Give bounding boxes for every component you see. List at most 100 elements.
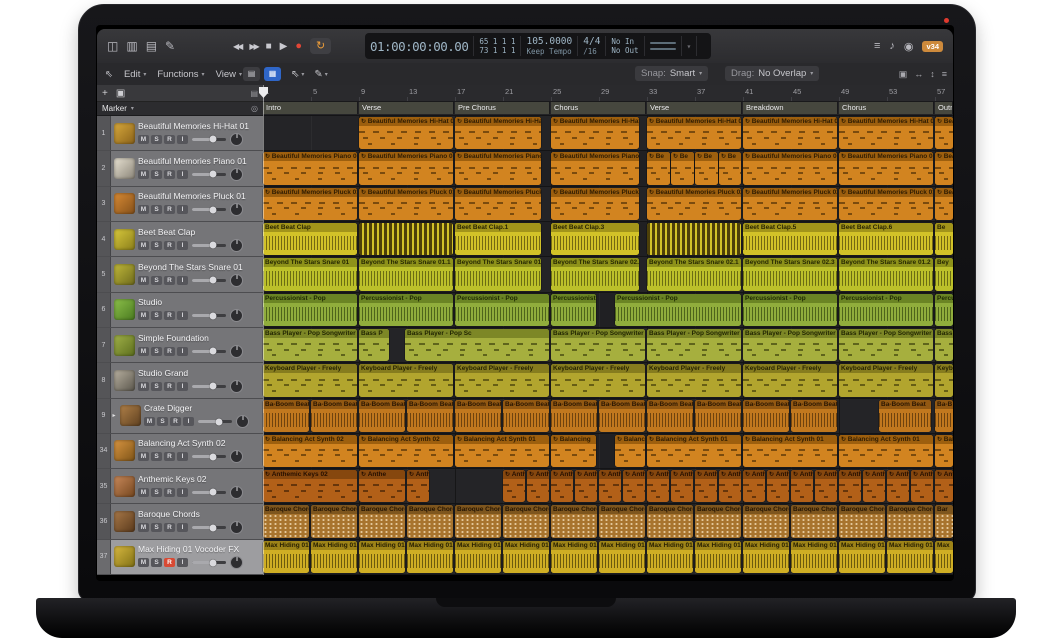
solo-button[interactable]: S xyxy=(151,135,162,144)
region[interactable]: Beyond The Stars Snare 01.1 xyxy=(455,258,541,290)
region[interactable]: ↻ Anthe xyxy=(527,470,549,502)
volume-slider[interactable] xyxy=(198,420,232,423)
solo-button[interactable]: S xyxy=(151,276,162,285)
record-enable-button[interactable]: R xyxy=(164,488,175,497)
input-monitor-button[interactable]: I xyxy=(177,135,188,144)
region[interactable]: Keyboard Player - Freely xyxy=(455,364,549,396)
global-marker-row[interactable]: Marker ▾ ◎ xyxy=(97,102,263,116)
region[interactable]: ↻ Balancing Act Synth 01 xyxy=(839,435,933,467)
region[interactable]: Bass P xyxy=(359,329,389,361)
waveform-zoom-icon[interactable]: ▣ xyxy=(899,69,908,80)
workspace-icon[interactable]: ◫ xyxy=(107,39,118,53)
track-lane[interactable]: ↻ Balancing Act Synth 02↻ Balancing Act … xyxy=(263,434,953,469)
record-enable-button[interactable]: R xyxy=(164,347,175,356)
region[interactable]: Bass Player - Pop Songwriter xyxy=(551,329,645,361)
edit-menu[interactable]: Edit▾ xyxy=(124,69,146,80)
region[interactable]: ↻ Beautiful Memories Pluck 02 xyxy=(455,188,541,220)
pan-knob[interactable] xyxy=(230,309,243,322)
region[interactable]: Max Hiding 01 V xyxy=(455,541,501,573)
track-header[interactable]: 8Studio GrandMSRI xyxy=(97,363,263,398)
volume-slider[interactable] xyxy=(192,244,226,247)
region[interactable]: Ba-Boom Beat xyxy=(503,400,549,432)
solo-button[interactable]: S xyxy=(151,170,162,179)
region[interactable]: Baroque Chords xyxy=(743,505,789,537)
region[interactable]: ↻ Balancing Act Synth 01 xyxy=(647,435,741,467)
solo-button[interactable]: S xyxy=(151,241,162,250)
volume-slider[interactable] xyxy=(192,138,226,141)
track-icon[interactable] xyxy=(114,511,135,532)
track-lane[interactable]: Baroque ChordsBaroque ChordsBaroque Chor… xyxy=(263,504,953,539)
region[interactable]: ↻ Balan xyxy=(935,435,953,467)
track-header[interactable]: 1Beautiful Memories Hi-Hat 01MSRI xyxy=(97,116,263,151)
region[interactable]: ↻ Beautiful Memories Piano 01 xyxy=(263,152,357,184)
track-icon[interactable] xyxy=(114,158,135,179)
mute-button[interactable]: M xyxy=(138,311,149,320)
region[interactable]: ↻ Balancing Act Synth 02 xyxy=(359,435,453,467)
track-lane[interactable]: ↻ Beautiful Memories Piano 01 ↻ Beautiful… xyxy=(263,151,953,186)
track-icon[interactable] xyxy=(114,370,135,391)
horizontal-zoom-icon[interactable]: ↔ xyxy=(914,69,923,79)
arrangement-marker[interactable]: Verse xyxy=(647,102,742,114)
region[interactable]: Beyond The Stars Snare 02.1 xyxy=(551,258,639,290)
record-enable-button[interactable]: R xyxy=(170,417,181,426)
track-icon[interactable] xyxy=(114,440,135,461)
region[interactable]: Bass Pl xyxy=(935,329,953,361)
region[interactable]: Bar xyxy=(935,505,953,537)
track-icon[interactable] xyxy=(114,229,135,250)
region[interactable]: ↻ Beautiful Memories Hi-Hat 03.2 xyxy=(839,117,933,149)
pan-knob[interactable] xyxy=(230,168,243,181)
record-enable-button[interactable]: R xyxy=(164,241,175,250)
track-lane[interactable]: Beet Beat ClapBeet Beat Clap.1Beet Beat … xyxy=(263,222,953,257)
region[interactable]: ↻ Beautiful Memories Piano 01.2 xyxy=(743,152,837,184)
mute-button[interactable]: M xyxy=(138,170,149,179)
region[interactable]: ↻ Anthe xyxy=(839,470,861,502)
record-enable-button[interactable]: R xyxy=(164,170,175,179)
region[interactable]: ↻ Balancing Act Synth 02 xyxy=(263,435,357,467)
region[interactable]: ↻ Anthemic Keys 02 xyxy=(263,470,357,502)
region[interactable]: ↻ Anthe xyxy=(911,470,933,502)
region[interactable]: Max Hiding 01 V xyxy=(551,541,597,573)
region[interactable]: ↻ Anthe xyxy=(671,470,693,502)
region[interactable]: Baroque Chords xyxy=(647,505,693,537)
track-header[interactable]: 4Beet Beat ClapMSRI xyxy=(97,222,263,257)
input-monitor-button[interactable]: I xyxy=(183,417,194,426)
region[interactable]: Max Hiding 01 V xyxy=(647,541,693,573)
region[interactable]: ↻ Be xyxy=(647,152,670,184)
region[interactable]: ↻ Beautiful Memories Pluck 01 xyxy=(263,188,357,220)
record-enable-button[interactable]: R xyxy=(164,523,175,532)
region[interactable]: ↻ Anthe xyxy=(359,470,405,502)
region[interactable]: ↻ Balancing Act Synth 01 xyxy=(455,435,549,467)
region[interactable]: ↻ Beautiful Memories Pluck 02.2 xyxy=(647,188,741,220)
region[interactable]: Bass Player - Pop Songwriter xyxy=(743,329,837,361)
mute-button[interactable]: M xyxy=(138,382,149,391)
region[interactable]: Percussionist - Pop xyxy=(359,294,453,326)
region[interactable]: ↻ Beautiful Memories Pluck 02.1 xyxy=(551,188,639,220)
cycle-button[interactable]: ↻ xyxy=(310,38,331,54)
region[interactable]: ↻ Anthe xyxy=(551,470,573,502)
region[interactable]: Keyboard Player - Freely xyxy=(359,364,453,396)
drag-dropdown[interactable]: Drag: No Overlap ▾ xyxy=(725,66,819,81)
region[interactable]: Beyond The Stars Snare 02.3 xyxy=(743,258,837,290)
region[interactable]: Keyb xyxy=(935,364,953,396)
pan-knob[interactable] xyxy=(230,274,243,287)
region[interactable]: Ba-Boom Beat xyxy=(879,400,931,432)
zoom-presets-icon[interactable]: ≡ xyxy=(942,69,947,79)
region[interactable]: ↻ Anthe xyxy=(599,470,621,502)
pan-knob[interactable] xyxy=(236,415,249,428)
volume-slider[interactable] xyxy=(192,314,226,317)
track-header[interactable]: 2Beautiful Memories Piano 01MSRI xyxy=(97,151,263,186)
track-header[interactable]: 3Beautiful Memories Pluck 01MSRI xyxy=(97,187,263,222)
volume-slider[interactable] xyxy=(192,279,226,282)
record-enable-button[interactable]: R xyxy=(164,135,175,144)
arrangement-marker[interactable]: Verse xyxy=(359,102,454,114)
track-icon[interactable] xyxy=(114,193,135,214)
region[interactable]: Keyboard Player - Freely xyxy=(647,364,741,396)
pan-knob[interactable] xyxy=(230,521,243,534)
solo-button[interactable]: S xyxy=(151,558,162,567)
arrangement-marker[interactable]: Chorus xyxy=(551,102,646,114)
region[interactable]: ↻ Beautiful Memories Piano 02 xyxy=(551,152,639,184)
region[interactable]: ↻ Anthe xyxy=(863,470,885,502)
functions-menu[interactable]: Functions▾ xyxy=(157,69,204,80)
track-lane[interactable]: Percussionist - PopPercussionist - PopPe… xyxy=(263,293,953,328)
record-enable-button[interactable]: R xyxy=(164,382,175,391)
